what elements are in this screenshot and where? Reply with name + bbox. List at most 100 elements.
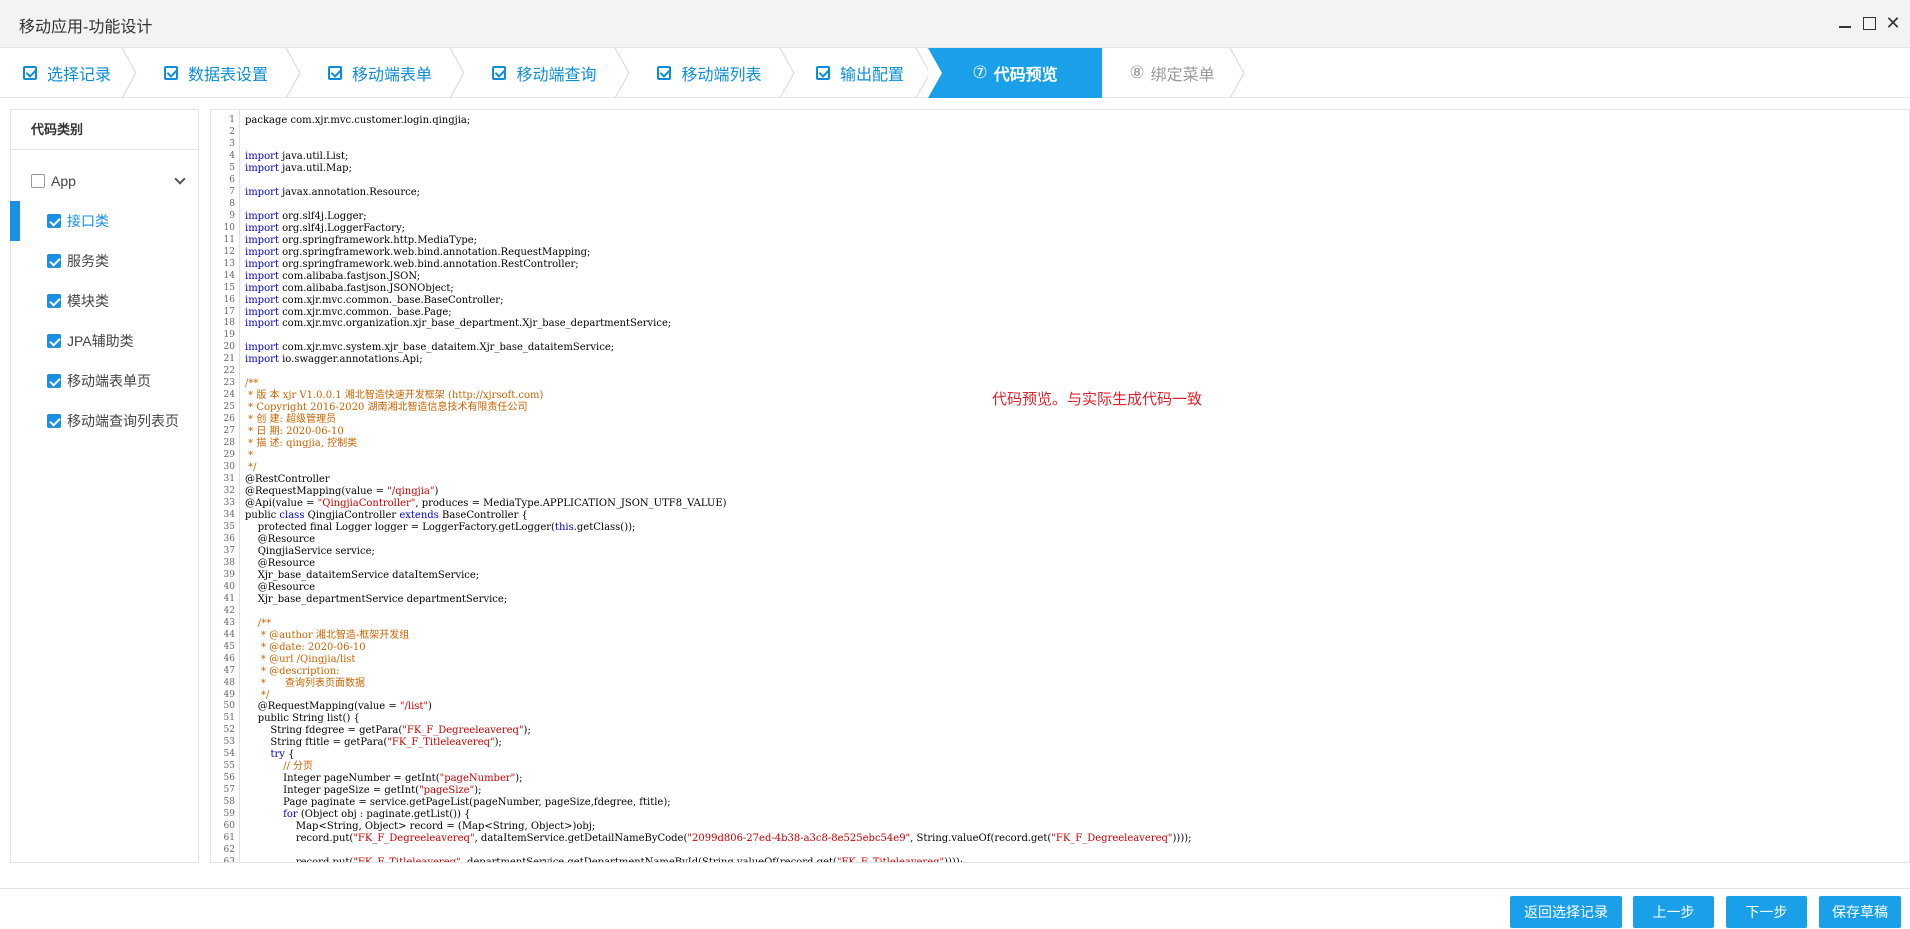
code-token: /** (245, 617, 272, 629)
code-token: com.xjr.mvc.organization.xjr_base_depart… (278, 318, 672, 330)
checkbox-icon[interactable] (31, 174, 45, 188)
code-text: import org.slf4j.LoggerFactory; (245, 223, 405, 235)
wizard-step-label: 移动端表单 (351, 67, 432, 84)
code-line: 3 (211, 139, 1909, 151)
code-line: 12 import org.springframework.web.bind.an… (211, 247, 1909, 259)
code-token: "FK_F_Titleleavereq" (836, 857, 945, 863)
line-number: 45 (223, 641, 235, 652)
code-line: 50 @RequestMapping(value = "/list") (211, 701, 1909, 713)
checkbox-icon[interactable] (47, 414, 61, 428)
code-token: "FK_F_Titleleavereq" (353, 857, 461, 863)
tree-item[interactable]: 移动端表单页 (11, 361, 198, 401)
code-line: 37 QingjiaService service; (211, 546, 1909, 558)
code-text: * Copyright 2016-2020 湖南湘北智造信息技术有限责任公司 (245, 402, 527, 414)
line-number: 36 (223, 533, 235, 544)
close-icon[interactable]: ✕ (1884, 14, 1902, 32)
wizard-step-2[interactable]: 数据表设置 (134, 48, 301, 98)
prev-step-button[interactable]: 上一步 (1633, 896, 1714, 928)
tree-item-label: 移动端查询列表页 (67, 413, 179, 429)
checkbox-icon[interactable] (47, 294, 61, 308)
code-line: 34 public class QingjiaController extends… (211, 510, 1909, 522)
code-text: */ (245, 462, 257, 474)
code-token: , String.valueOf(record.get( (910, 833, 1052, 845)
chevron-down-icon[interactable] (174, 173, 186, 185)
code-token: try (270, 749, 285, 761)
line-number: 50 (223, 701, 235, 712)
tree-item[interactable]: JPA辅助类 (11, 321, 198, 361)
line-number: 5 (229, 162, 235, 173)
tree-item[interactable]: 移动端查询列表页 (11, 401, 198, 441)
tree-root-app[interactable]: App (11, 161, 198, 201)
next-step-button[interactable]: 下一步 (1726, 896, 1807, 928)
code-line: 7 import javax.annotation.Resource; (211, 187, 1909, 199)
line-number: 37 (223, 545, 235, 556)
line-number: 10 (223, 222, 235, 233)
checkbox-icon[interactable] (47, 214, 61, 228)
code-line: 42 (211, 606, 1909, 618)
line-number: 39 (223, 569, 235, 580)
code-preview-panel[interactable]: 1 package com.xjr.mvc.customer.login.qing… (210, 109, 1910, 863)
code-token: com.alibaba.fastjson.JSONObject; (278, 282, 454, 294)
wizard-step-label: 移动端列表 (681, 67, 762, 84)
wizard-step-5[interactable]: 移动端列表 (627, 48, 795, 98)
code-token: BaseController { (438, 509, 528, 521)
checkbox-icon[interactable] (47, 374, 61, 388)
code-token: javax.annotation.Resource; (278, 186, 420, 198)
code-token: class (279, 509, 305, 521)
wizard-step-6[interactable]: 输出配置 (792, 48, 931, 98)
line-number: 42 (223, 605, 235, 616)
check-square-icon (492, 66, 507, 80)
code-token: this (554, 521, 574, 533)
code-token: */ (245, 689, 270, 701)
wizard-step-3[interactable]: 移动端表单 (298, 48, 465, 98)
tree-item[interactable]: 模块类 (11, 281, 198, 321)
code-text: * 描 述: qingjia, 控制类 (245, 438, 357, 450)
code-token: , dataItemService.getDetailNameByCode( (474, 833, 688, 845)
code-text: import org.springframework.http.MediaTyp… (245, 235, 477, 247)
wizard-step-4[interactable]: 移动端查询 (462, 48, 630, 98)
line-number: 20 (223, 342, 235, 353)
code-token: Map<String, Object> record = (Map<String… (245, 821, 596, 833)
line-number: 22 (223, 366, 235, 377)
line-number: 8 (229, 198, 235, 209)
code-token: "/qingjia" (387, 486, 435, 498)
code-token: com.xjr.mvc.common._base.BaseController; (278, 294, 504, 306)
checkbox-icon[interactable] (47, 254, 61, 268)
code-editor[interactable]: 1 package com.xjr.mvc.customer.login.qing… (211, 115, 1909, 863)
minimize-icon[interactable] (1836, 14, 1854, 32)
line-number: 55 (223, 761, 235, 772)
tree-item[interactable]: 接口类 (10, 201, 198, 241)
code-line: 22 (211, 366, 1909, 378)
code-token: public String list() { (245, 713, 360, 725)
wizard-step-1[interactable]: 选择记录 (0, 48, 137, 98)
maximize-icon[interactable] (1860, 14, 1878, 32)
code-line: 27 * 日 期: 2020-06-10 (211, 426, 1909, 438)
checkbox-icon[interactable] (47, 334, 61, 348)
code-preview-note: 代码预览。与实际生成代码一致 (992, 391, 1203, 408)
back-to-select-button[interactable]: 返回选择记录 (1510, 896, 1622, 928)
code-token: */ (245, 462, 257, 474)
code-line: 2 (211, 127, 1909, 139)
line-number: 51 (223, 713, 235, 724)
wizard-step-8[interactable]: ⑧ 绑定菜单 (1102, 48, 1245, 98)
code-text: String fdegree = getPara("FK_F_Degreelea… (245, 725, 530, 737)
save-draft-button[interactable]: 保存草稿 (1819, 896, 1901, 928)
code-text: import com.xjr.mvc.system.xjr_base_datai… (245, 342, 614, 354)
code-token: record.put( (245, 857, 354, 863)
code-token: * 描 述: qingjia, 控制类 (245, 438, 358, 450)
code-line: 54 try { (211, 749, 1909, 761)
code-token: record.put( (245, 833, 354, 845)
code-text: @Api(value = "QingjiaController", produc… (245, 498, 727, 510)
wizard-step-7[interactable]: ⑦ 代码预览 (928, 48, 1102, 98)
code-line: 38 @Resource (211, 558, 1909, 570)
code-token: import (245, 294, 279, 306)
code-token: Xjr_base_departmentService departmentSer… (245, 593, 508, 605)
tree-item[interactable]: 服务类 (11, 241, 198, 281)
code-line: 29 * (211, 450, 1909, 462)
code-token: , departmentService.getDepartmentNameByI… (460, 857, 837, 863)
code-line: 43 /** (211, 618, 1909, 630)
code-token: "pageNumber" (439, 773, 516, 785)
code-token: Page paginate = service.getPageList(page… (245, 797, 671, 809)
code-text: Page paginate = service.getPageList(page… (245, 797, 671, 809)
code-text: @Resource (245, 582, 315, 594)
